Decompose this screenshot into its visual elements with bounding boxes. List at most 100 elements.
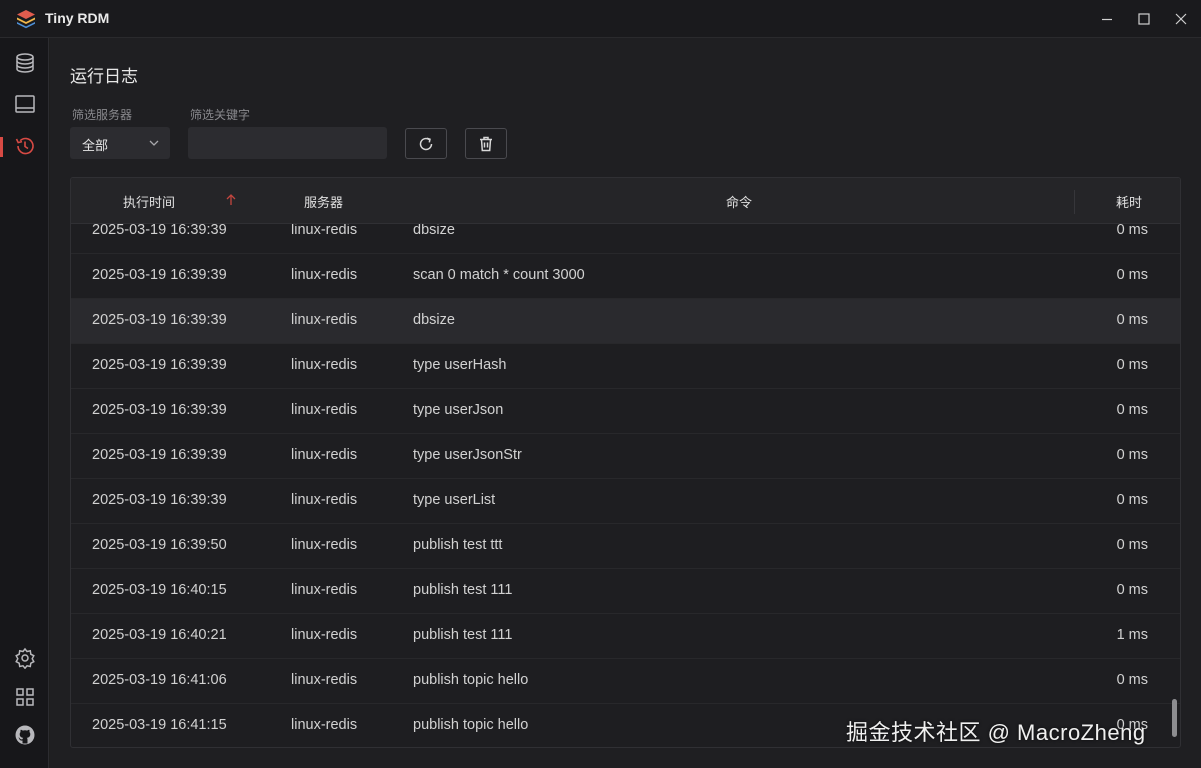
column-header-time[interactable]: 执行时间 bbox=[123, 192, 175, 211]
cell-time: 2025-03-19 16:39:50 bbox=[92, 537, 227, 553]
cell-cost: 0 ms bbox=[1116, 672, 1148, 688]
watermark-text: 掘金技术社区 @ MacroZheng bbox=[846, 720, 1146, 745]
close-button[interactable] bbox=[1161, 0, 1201, 38]
apps-icon bbox=[15, 688, 34, 706]
cell-command: dbsize bbox=[413, 224, 455, 238]
chevron-down-icon bbox=[149, 140, 159, 146]
keyword-filter-label: 筛选关键字 bbox=[190, 108, 251, 122]
table-body: 2025-03-19 16:39:39 linux-redis dbsize 0 ms… bbox=[71, 224, 1180, 747]
sidebar-item-log[interactable] bbox=[0, 128, 49, 164]
active-indicator bbox=[0, 137, 3, 157]
cell-time: 2025-03-19 16:39:39 bbox=[92, 402, 227, 418]
maximize-icon bbox=[1138, 13, 1150, 25]
table-row[interactable]: 2025-03-19 16:40:21 linux-redis publish te… bbox=[71, 614, 1180, 659]
maximize-button[interactable] bbox=[1124, 0, 1164, 38]
server-filter-select[interactable]: 全部 bbox=[70, 127, 170, 159]
cell-cost: 0 ms bbox=[1116, 312, 1148, 328]
cell-server: linux-redis bbox=[291, 402, 358, 418]
column-header-command: 命令 bbox=[726, 195, 753, 210]
cell-time: 2025-03-19 16:39:39 bbox=[92, 447, 227, 463]
cell-server: linux-redis bbox=[291, 537, 358, 553]
cell-server: linux-redis bbox=[291, 312, 358, 328]
cell-cost: 0 ms bbox=[1116, 267, 1148, 283]
clear-log-button[interactable] bbox=[465, 128, 507, 159]
table-row[interactable]: 2025-03-19 16:39:39 linux-redis dbsize 0 ms bbox=[71, 299, 1180, 344]
sidebar-item-settings[interactable] bbox=[0, 640, 49, 676]
table-row[interactable]: 2025-03-19 16:39:39 linux-redis type userJ… bbox=[71, 389, 1180, 434]
page-title: 运行日志 bbox=[70, 67, 138, 86]
cell-server: linux-redis bbox=[291, 582, 358, 598]
cell-command: publish test 111 bbox=[413, 582, 513, 598]
cell-command: publish test ttt bbox=[413, 537, 503, 553]
cell-command: publish topic hello bbox=[413, 672, 529, 688]
cell-cost: 0 ms bbox=[1116, 224, 1148, 238]
cell-command: type userJsonStr bbox=[413, 447, 522, 463]
cell-command: type userJson bbox=[413, 402, 504, 418]
table-row[interactable]: 2025-03-19 16:39:39 linux-redis scan 0 mat… bbox=[71, 254, 1180, 299]
cell-time: 2025-03-19 16:39:39 bbox=[92, 492, 227, 508]
cell-cost: 0 ms bbox=[1116, 402, 1148, 418]
github-icon bbox=[15, 725, 34, 745]
cell-server: linux-redis bbox=[291, 267, 358, 283]
cell-server: linux-redis bbox=[291, 672, 358, 688]
cell-time: 2025-03-19 16:41:15 bbox=[92, 717, 227, 733]
cell-cost: 0 ms bbox=[1116, 537, 1148, 553]
cell-command: type userHash bbox=[413, 357, 507, 373]
minimize-icon bbox=[1102, 18, 1112, 21]
cell-time: 2025-03-19 16:39:39 bbox=[92, 267, 227, 283]
table-header: 执行时间 服务器 命令 耗时 bbox=[71, 178, 1180, 224]
settings-icon bbox=[14, 647, 35, 669]
cell-time: 2025-03-19 16:39:39 bbox=[92, 312, 227, 328]
sidebar bbox=[0, 38, 49, 768]
table-row[interactable]: 2025-03-19 16:39:39 linux-redis type userJ… bbox=[71, 434, 1180, 479]
cell-server: linux-redis bbox=[291, 492, 358, 508]
table-row[interactable]: 2025-03-19 16:41:06 linux-redis publish to… bbox=[71, 659, 1180, 704]
server-filter-value: 全部 bbox=[82, 138, 109, 153]
sidebar-item-connections[interactable] bbox=[0, 45, 49, 81]
cell-cost: 0 ms bbox=[1116, 492, 1148, 508]
cell-time: 2025-03-19 16:39:39 bbox=[92, 224, 227, 238]
table-row[interactable]: 2025-03-19 16:39:39 linux-redis type userH… bbox=[71, 344, 1180, 389]
cell-command: scan 0 match * count 3000 bbox=[413, 267, 585, 283]
sidebar-item-apps[interactable] bbox=[0, 679, 49, 715]
cell-command: dbsize bbox=[413, 312, 455, 328]
cell-server: linux-redis bbox=[291, 717, 358, 733]
cell-cost: 0 ms bbox=[1116, 582, 1148, 598]
close-icon bbox=[1175, 13, 1187, 25]
cell-command: publish test 111 bbox=[413, 627, 513, 643]
cell-server: linux-redis bbox=[291, 447, 358, 463]
table-row[interactable]: 2025-03-19 16:39:39 linux-redis dbsize 0 ms bbox=[71, 224, 1180, 254]
table-scrollbar[interactable] bbox=[1172, 699, 1177, 737]
terminal-icon bbox=[14, 95, 35, 113]
cell-command: publish topic hello bbox=[413, 717, 529, 733]
cell-server: linux-redis bbox=[291, 357, 358, 373]
sidebar-item-browser[interactable] bbox=[0, 86, 49, 122]
cell-cost: 0 ms bbox=[1116, 357, 1148, 373]
cell-cost: 0 ms bbox=[1116, 447, 1148, 463]
trash-icon bbox=[480, 136, 492, 151]
sort-ascending-icon[interactable] bbox=[225, 193, 237, 207]
cell-command: type userList bbox=[413, 492, 496, 508]
cell-cost: 1 ms bbox=[1116, 627, 1148, 643]
app-logo-icon bbox=[17, 10, 35, 29]
database-icon bbox=[15, 53, 34, 73]
table-rows: 2025-03-19 16:39:39 linux-redis dbsize 0 ms… bbox=[71, 224, 1180, 747]
minimize-button[interactable] bbox=[1087, 0, 1127, 38]
keyword-filter-input[interactable] bbox=[188, 127, 387, 159]
table-row[interactable]: 2025-03-19 16:39:50 linux-redis publish te… bbox=[71, 524, 1180, 569]
table-row[interactable]: 2025-03-19 16:39:39 linux-redis type userL… bbox=[71, 479, 1180, 524]
cell-time: 2025-03-19 16:39:39 bbox=[92, 357, 227, 373]
refresh-icon bbox=[419, 136, 433, 150]
cell-server: linux-redis bbox=[291, 224, 358, 238]
sidebar-item-github[interactable] bbox=[0, 717, 49, 753]
app-title: Tiny RDM bbox=[45, 10, 110, 26]
server-filter-label: 筛选服务器 bbox=[72, 108, 133, 122]
title-bar: Tiny RDM bbox=[0, 0, 1201, 38]
cell-time: 2025-03-19 16:40:21 bbox=[92, 627, 227, 643]
table-row[interactable]: 2025-03-19 16:40:15 linux-redis publish te… bbox=[71, 569, 1180, 614]
column-divider bbox=[1074, 190, 1075, 214]
column-header-cost: 耗时 bbox=[1116, 195, 1143, 210]
column-header-server: 服务器 bbox=[304, 195, 344, 210]
cell-time: 2025-03-19 16:41:06 bbox=[92, 672, 227, 688]
refresh-button[interactable] bbox=[405, 128, 447, 159]
